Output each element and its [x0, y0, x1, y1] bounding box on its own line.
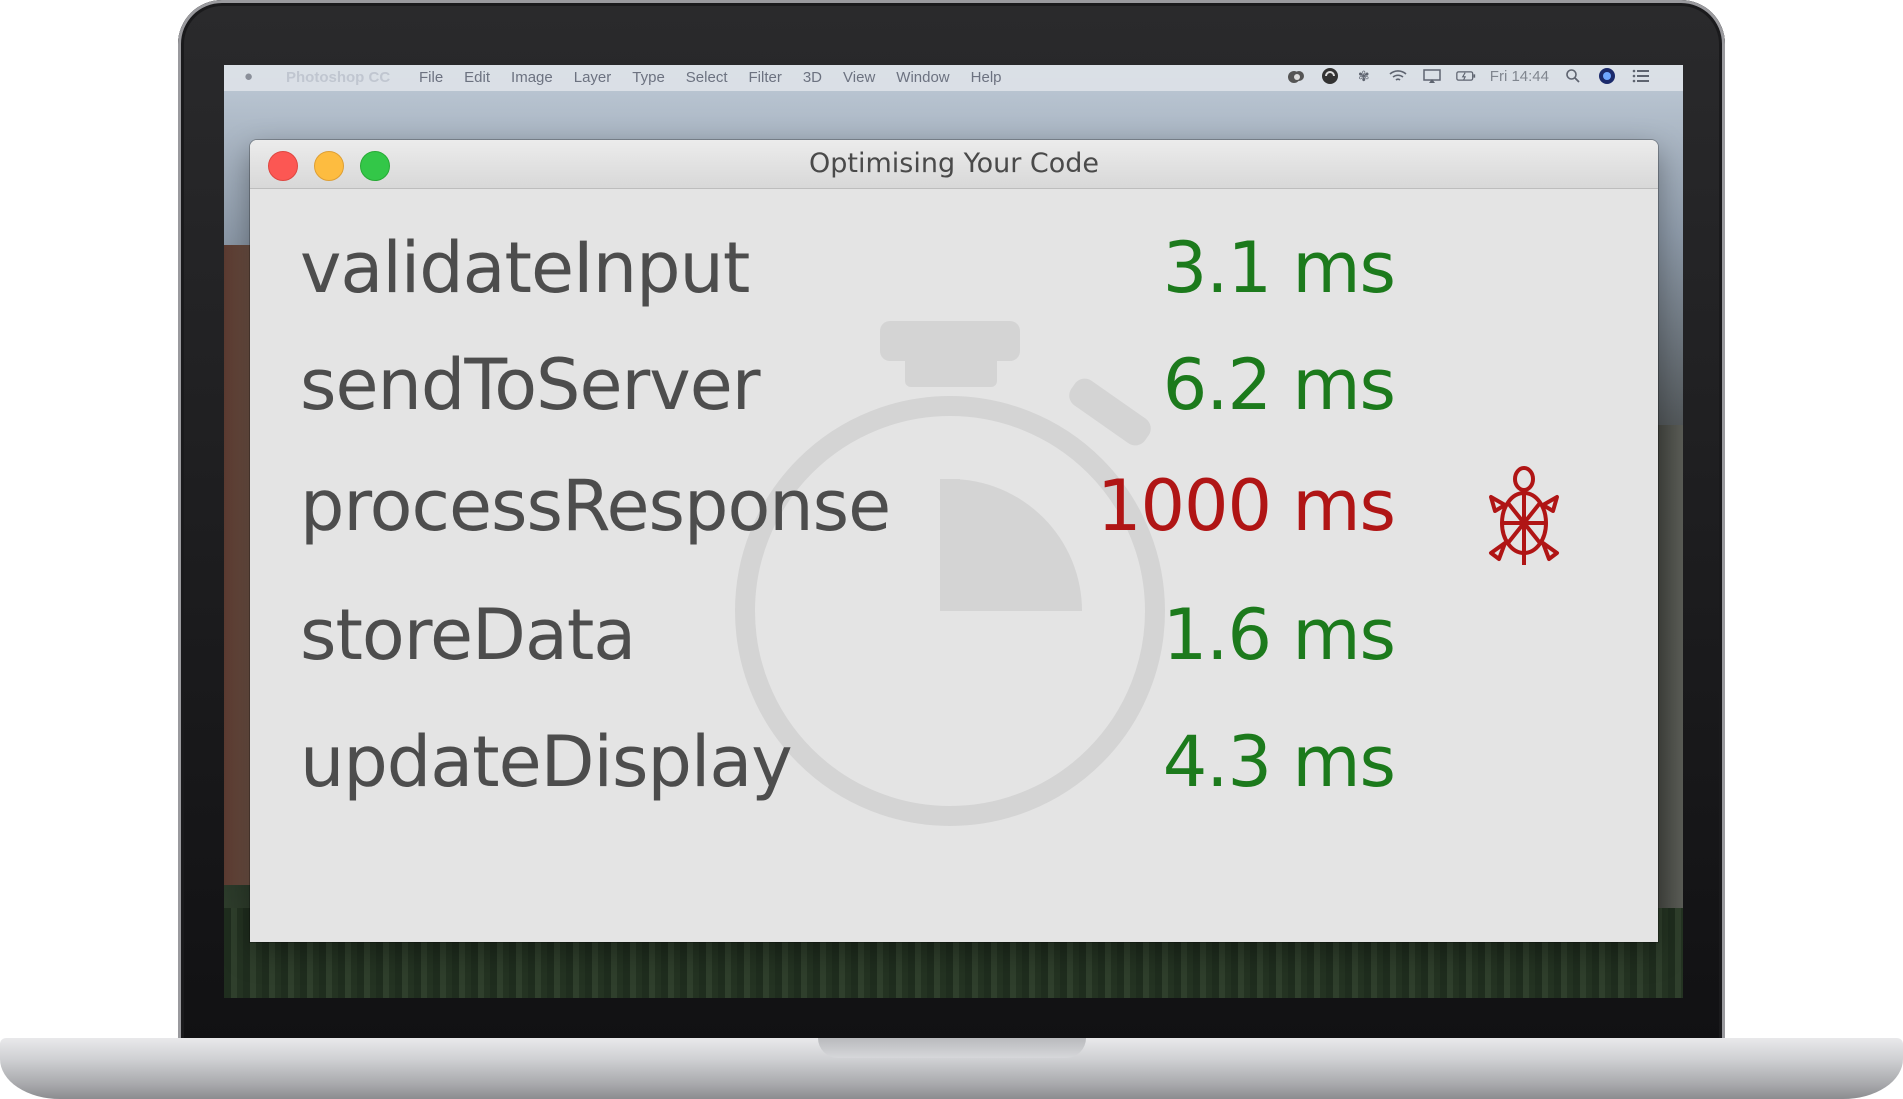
function-row: validateInput 3.1 ms — [300, 227, 1620, 337]
menu-layer[interactable]: Layer — [574, 69, 612, 86]
function-row: updateDisplay 4.3 ms — [300, 721, 1620, 831]
menu-image[interactable]: Image — [511, 69, 553, 86]
airplay-icon[interactable] — [1422, 67, 1442, 85]
sync-icon[interactable] — [1320, 67, 1340, 85]
menu-type[interactable]: Type — [632, 69, 665, 86]
menu-file[interactable]: File — [419, 69, 443, 86]
desktop-screen: ● Photoshop CC File Edit Image Layer Typ… — [224, 65, 1683, 998]
menu-clock[interactable]: Fri 14:44 — [1490, 68, 1549, 85]
turtle-icon — [1489, 466, 1559, 565]
function-time: 6.2 ms — [1162, 344, 1396, 426]
menu-3d[interactable]: 3D — [803, 69, 822, 86]
laptop-notch — [818, 1038, 1086, 1058]
status-area: ✾ Fri 14:44 — [1286, 67, 1651, 85]
siri-icon[interactable] — [1597, 67, 1617, 85]
function-row-slow: processResponse 1000 ms — [300, 465, 1620, 575]
menu-help[interactable]: Help — [971, 69, 1002, 86]
spotlight-search-icon[interactable] — [1563, 67, 1583, 85]
menu-window[interactable]: Window — [896, 69, 949, 86]
window-titlebar[interactable]: Optimising Your Code — [250, 140, 1658, 189]
menu-view[interactable]: View — [843, 69, 875, 86]
app-name-menu[interactable]: Photoshop CC — [286, 69, 390, 86]
window-title: Optimising Your Code — [808, 148, 1100, 179]
window-content: validateInput 3.1 ms sendToServer 6.2 ms… — [250, 189, 1658, 942]
function-time: 3.1 ms — [1162, 227, 1396, 309]
wifi-icon[interactable] — [1388, 67, 1408, 85]
app-window: Optimising Your Code validateInput 3.1 m… — [250, 140, 1658, 942]
function-row: sendToServer 6.2 ms — [300, 344, 1620, 454]
function-name: updateDisplay — [300, 721, 793, 803]
menu-edit[interactable]: Edit — [464, 69, 490, 86]
function-name: validateInput — [300, 227, 750, 309]
function-name: storeData — [300, 594, 636, 676]
battery-icon[interactable] — [1456, 67, 1476, 85]
creative-cloud-icon[interactable] — [1286, 67, 1306, 85]
menu-list: File Edit Image Layer Type Select Filter… — [419, 69, 1023, 86]
function-time: 1.6 ms — [1162, 594, 1396, 676]
function-name: sendToServer — [300, 344, 761, 426]
bluetooth-icon[interactable]: ✾ — [1354, 67, 1374, 85]
menu-filter[interactable]: Filter — [749, 69, 782, 86]
apple-menu-icon[interactable]: ● — [244, 68, 253, 85]
function-time: 4.3 ms — [1162, 721, 1396, 803]
function-time-slow: 1000 ms — [1096, 465, 1396, 547]
menu-select[interactable]: Select — [686, 69, 728, 86]
menu-bar: ● Photoshop CC File Edit Image Layer Typ… — [224, 65, 1683, 91]
notification-center-icon[interactable] — [1631, 67, 1651, 85]
function-name: processResponse — [300, 465, 891, 547]
function-row: storeData 1.6 ms — [300, 594, 1620, 704]
